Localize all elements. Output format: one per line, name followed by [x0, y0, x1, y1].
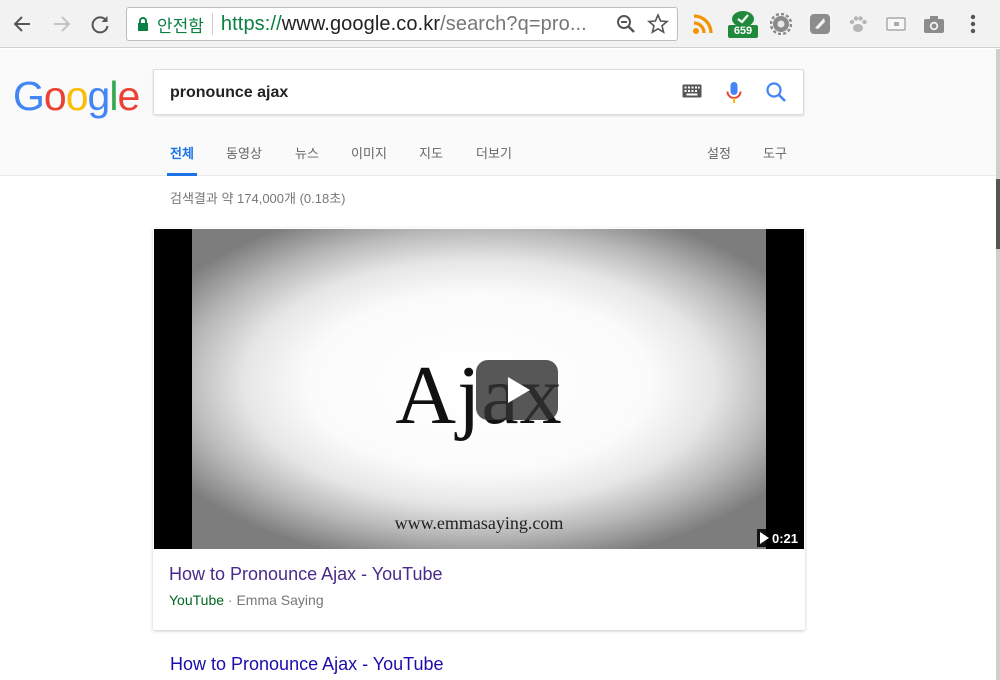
scrollbar[interactable]: [996, 49, 1000, 680]
google-logo[interactable]: Google: [13, 73, 140, 120]
tab-videos[interactable]: 동영상: [224, 141, 264, 176]
video-thumbnail[interactable]: Ajax www.emmasaying.com 0:21: [154, 229, 804, 549]
star-icon[interactable]: [645, 11, 671, 37]
google-header: Google pronounce ajax 전체 동영상 뉴스 이미지 지도 더…: [0, 49, 996, 176]
tab-settings[interactable]: 설정: [704, 141, 734, 176]
reload-icon[interactable]: [86, 10, 114, 38]
logo-letter: G: [13, 73, 45, 119]
video-meta: YouTube · Emma Saying: [169, 592, 324, 608]
result-stats: 검색결과 약 174,000개 (0.18초): [170, 191, 346, 206]
gear-icon[interactable]: [768, 11, 794, 37]
result-title-link[interactable]: How to Pronounce Ajax - YouTube: [170, 654, 444, 675]
extension-badge-count: 659: [728, 25, 758, 38]
extension-badge-button[interactable]: 659: [728, 11, 758, 38]
play-icon: [759, 532, 769, 544]
paw-icon[interactable]: [845, 11, 871, 37]
tab-images[interactable]: 이미지: [348, 141, 390, 176]
logo-letter: e: [117, 73, 140, 119]
zoom-icon[interactable]: [613, 11, 639, 37]
url-host: www.google.co.kr: [281, 12, 441, 35]
menu-dots-icon[interactable]: [960, 11, 986, 37]
box-icon[interactable]: [883, 11, 909, 37]
browser-toolbar: 안전함 https://www.google.co.kr/search?q=pr…: [0, 0, 1000, 48]
search-tabs: 전체 동영상 뉴스 이미지 지도 더보기 설정 도구: [0, 141, 996, 176]
url-path: /search?q=pro...: [440, 12, 587, 35]
meta-separator: ·: [227, 592, 233, 608]
security-label: 안전함: [157, 16, 204, 36]
lock-icon: [137, 16, 151, 32]
search-icon[interactable]: [765, 81, 787, 108]
logo-letter: g: [87, 73, 111, 119]
tab-more[interactable]: 더보기: [474, 141, 514, 176]
back-arrow-icon[interactable]: [8, 10, 36, 38]
omnibox-divider: [211, 13, 213, 35]
address-bar[interactable]: 안전함 https://www.google.co.kr/search?q=pr…: [126, 7, 678, 41]
tab-news[interactable]: 뉴스: [292, 141, 322, 176]
duration-text: 0:21: [771, 530, 798, 546]
video-title-link[interactable]: How to Pronounce Ajax - YouTube: [169, 564, 443, 585]
logo-letter: l: [109, 73, 118, 119]
shield-icon[interactable]: [807, 11, 833, 37]
search-query-text[interactable]: pronounce ajax: [170, 84, 288, 102]
video-author: Emma Saying: [236, 592, 324, 608]
video-frame: Ajax www.emmasaying.com: [192, 229, 766, 549]
video-result-card[interactable]: Ajax www.emmasaying.com 0:21 How to Pron…: [153, 228, 805, 630]
tab-maps[interactable]: 지도: [416, 141, 446, 176]
video-source: YouTube: [169, 592, 225, 608]
url-scheme: https://: [220, 12, 282, 35]
search-input[interactable]: pronounce ajax: [153, 69, 804, 115]
play-button[interactable]: [476, 360, 558, 420]
keyboard-icon[interactable]: [682, 84, 702, 103]
tab-all[interactable]: 전체: [167, 141, 197, 176]
video-duration: 0:21: [756, 529, 802, 547]
camera-icon[interactable]: [921, 11, 947, 37]
tab-tools[interactable]: 도구: [760, 141, 790, 176]
forward-arrow-icon[interactable]: [48, 10, 76, 38]
logo-letter: o: [65, 73, 89, 119]
url-text[interactable]: https://www.google.co.kr/search?q=pro...: [221, 13, 613, 36]
logo-letter: o: [43, 73, 67, 119]
thumbnail-site: www.emmasaying.com: [394, 513, 564, 533]
microphone-icon[interactable]: [725, 81, 743, 110]
rss-icon[interactable]: [690, 11, 716, 37]
